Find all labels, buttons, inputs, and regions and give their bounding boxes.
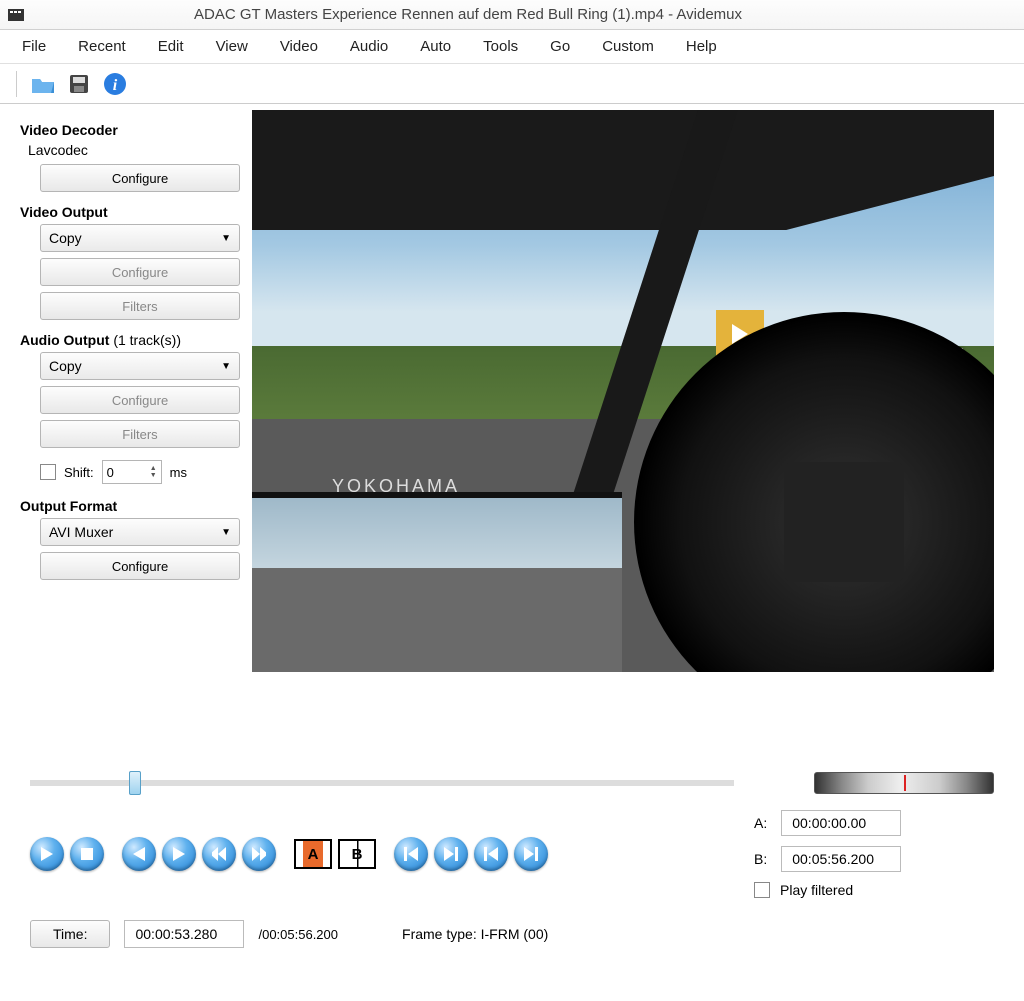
shift-checkbox[interactable] xyxy=(40,464,56,480)
marker-b-label: B: xyxy=(754,851,767,867)
video-preview-area: Jens Klingmann ● Alguersuari YOKOHAMA xyxy=(252,104,1024,744)
jog-wheel[interactable] xyxy=(814,772,994,794)
menu-recent[interactable]: Recent xyxy=(62,32,142,61)
prev-frame-button[interactable] xyxy=(122,837,156,871)
menu-edit[interactable]: Edit xyxy=(142,32,200,61)
chevron-down-icon: ▼ xyxy=(221,527,231,538)
menu-video[interactable]: Video xyxy=(264,32,334,61)
play-filtered-label: Play filtered xyxy=(780,882,853,898)
menu-view[interactable]: View xyxy=(200,32,264,61)
timeline-slider[interactable] xyxy=(30,780,734,786)
audio-output-select[interactable]: Copy ▼ xyxy=(40,352,240,380)
menubar: File Recent Edit View Video Audio Auto T… xyxy=(0,30,1024,64)
play-filtered-checkbox[interactable] xyxy=(754,882,770,898)
goto-end-button[interactable] xyxy=(434,837,468,871)
audio-output-configure-button[interactable]: Configure xyxy=(40,386,240,414)
menu-file[interactable]: File xyxy=(6,32,62,61)
output-format-label: Output Format xyxy=(20,498,238,514)
next-keyframe-button[interactable] xyxy=(242,837,276,871)
timeline-thumb[interactable] xyxy=(129,771,141,795)
play-button[interactable] xyxy=(30,837,64,871)
info-icon[interactable]: i xyxy=(99,68,131,100)
goto-marker-b-button[interactable] xyxy=(514,837,548,871)
goto-start-button[interactable] xyxy=(394,837,428,871)
frame-type: Frame type: I-FRM (00) xyxy=(402,926,548,942)
output-format-configure-button[interactable]: Configure xyxy=(40,552,240,580)
video-output-filters-button[interactable]: Filters xyxy=(40,292,240,320)
menu-custom[interactable]: Custom xyxy=(586,32,670,61)
output-format-value: AVI Muxer xyxy=(49,524,113,540)
time-button[interactable]: Time: xyxy=(30,920,110,948)
video-preview[interactable]: Jens Klingmann ● Alguersuari YOKOHAMA xyxy=(252,110,994,672)
window-title: ADAC GT Masters Experience Rennen auf de… xyxy=(194,6,742,23)
video-decoder-label: Video Decoder xyxy=(20,122,238,138)
video-decoder-configure-button[interactable]: Configure xyxy=(40,164,240,192)
chevron-down-icon: ▼ xyxy=(221,361,231,372)
stop-button[interactable] xyxy=(70,837,104,871)
time-total: /00:05:56.200 xyxy=(258,927,338,942)
prev-keyframe-button[interactable] xyxy=(202,837,236,871)
audio-output-filters-button[interactable]: Filters xyxy=(40,420,240,448)
shift-spinner[interactable]: 0 ▲▼ xyxy=(102,460,162,484)
chevron-down-icon: ▼ xyxy=(221,233,231,244)
menu-audio[interactable]: Audio xyxy=(334,32,404,61)
marker-a-label: A: xyxy=(754,815,767,831)
audio-output-value: Copy xyxy=(49,358,82,374)
mirror-brand: YOKOHAMA xyxy=(332,476,460,497)
audio-output-label: Audio Output (1 track(s)) xyxy=(20,332,238,348)
next-frame-button[interactable] xyxy=(162,837,196,871)
sidebar: Video Decoder Lavcodec Configure Video O… xyxy=(0,104,252,744)
video-output-select[interactable]: Copy ▼ xyxy=(40,224,240,252)
menu-go[interactable]: Go xyxy=(534,32,586,61)
output-format-select[interactable]: AVI Muxer ▼ xyxy=(40,518,240,546)
shift-label: Shift: xyxy=(64,465,94,480)
video-output-label: Video Output xyxy=(20,204,238,220)
toolbar: i xyxy=(0,64,1024,104)
open-icon[interactable] xyxy=(27,68,59,100)
video-output-configure-button[interactable]: Configure xyxy=(40,258,240,286)
time-current[interactable]: 00:00:53.280 xyxy=(124,920,244,948)
set-marker-b-button[interactable]: B xyxy=(338,839,376,869)
save-icon[interactable] xyxy=(63,68,95,100)
menu-help[interactable]: Help xyxy=(670,32,733,61)
menu-tools[interactable]: Tools xyxy=(467,32,534,61)
menu-auto[interactable]: Auto xyxy=(404,32,467,61)
goto-marker-a-button[interactable] xyxy=(474,837,508,871)
svg-text:i: i xyxy=(113,77,118,94)
shift-unit: ms xyxy=(170,465,187,480)
titlebar: ADAC GT Masters Experience Rennen auf de… xyxy=(0,0,1024,30)
set-marker-a-button[interactable]: A xyxy=(294,839,332,869)
video-decoder-value: Lavcodec xyxy=(28,142,238,158)
video-output-value: Copy xyxy=(49,230,82,246)
app-icon xyxy=(6,5,26,25)
marker-b-value: 00:05:56.200 xyxy=(781,846,901,872)
marker-a-value: 00:00:00.00 xyxy=(781,810,901,836)
